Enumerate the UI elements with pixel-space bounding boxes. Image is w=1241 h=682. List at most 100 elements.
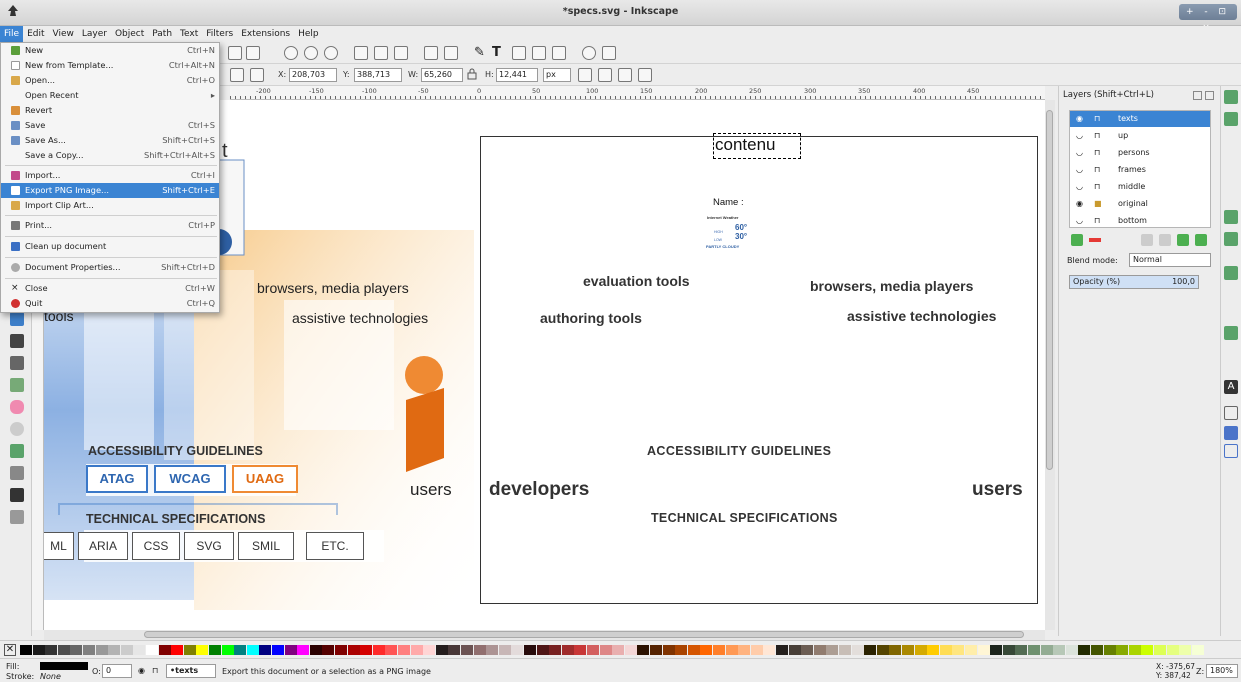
- layer-row-persons[interactable]: ◡ ⊓ persons: [1070, 145, 1210, 161]
- layer-row-up[interactable]: ◡ ⊓ up: [1070, 128, 1210, 144]
- unlocked-icon[interactable]: ⊓: [1094, 213, 1104, 229]
- cut-icon[interactable]: [228, 46, 242, 60]
- palette-swatch[interactable]: [939, 645, 952, 655]
- unlocked-icon[interactable]: ⊓: [1094, 162, 1104, 178]
- vertical-scrollbar[interactable]: [1045, 100, 1055, 630]
- snap-grid-icon[interactable]: [1224, 426, 1238, 440]
- snap-paths-icon[interactable]: [1224, 232, 1238, 246]
- palette-swatch[interactable]: [423, 645, 436, 655]
- menu-item-save[interactable]: Save Ctrl+S: [1, 118, 219, 133]
- lock-ratio-icon[interactable]: [467, 68, 481, 82]
- palette-swatch[interactable]: [889, 645, 902, 655]
- menu-item-save-a-copy[interactable]: Save a Copy... Shift+Ctrl+Alt+S: [1, 148, 219, 163]
- calligraphy-tool-icon[interactable]: [10, 334, 24, 348]
- palette-swatch[interactable]: [385, 645, 398, 655]
- unlocked-icon[interactable]: ⊓: [1094, 111, 1104, 127]
- h-field[interactable]: 12,441: [496, 68, 538, 82]
- layer-lock-icon[interactable]: ⊓: [152, 666, 158, 675]
- panel-close-icon[interactable]: [1205, 91, 1214, 100]
- palette-swatch[interactable]: [171, 645, 184, 655]
- palette-swatch[interactable]: [914, 645, 927, 655]
- palette-swatch[interactable]: [32, 645, 45, 655]
- palette-swatch[interactable]: [1128, 645, 1141, 655]
- mesh-tool-icon[interactable]: [10, 466, 24, 480]
- palette-swatch[interactable]: [549, 645, 562, 655]
- palette-swatch[interactable]: [788, 645, 801, 655]
- palette-swatch[interactable]: [1053, 645, 1066, 655]
- horizontal-scroll-thumb[interactable]: [144, 631, 1024, 638]
- locked-icon[interactable]: ■: [1094, 196, 1104, 212]
- zoom-drawing-icon[interactable]: [304, 46, 318, 60]
- menu-path[interactable]: Path: [148, 26, 176, 42]
- menu-item-open[interactable]: Open... Ctrl+O: [1, 73, 219, 88]
- palette-swatch[interactable]: [813, 645, 826, 655]
- palette-swatch[interactable]: [297, 645, 310, 655]
- spray-tool-icon[interactable]: [10, 312, 24, 326]
- palette-swatch[interactable]: [1078, 645, 1091, 655]
- palette-swatch[interactable]: [70, 645, 83, 655]
- visible-eye-icon[interactable]: ◉: [1076, 196, 1086, 212]
- window-controls[interactable]: + - ⊡ ×: [1179, 4, 1237, 33]
- fill-swatch[interactable]: [40, 662, 88, 670]
- fill-stroke-icon[interactable]: ✎: [474, 46, 488, 60]
- palette-swatch[interactable]: [322, 645, 335, 655]
- opacity-slider[interactable]: Opacity (%) 100,0: [1069, 275, 1199, 289]
- layer-visibility-icon[interactable]: ◉: [138, 666, 145, 675]
- ungroup-icon[interactable]: [444, 46, 458, 60]
- palette-swatch[interactable]: [1091, 645, 1103, 655]
- scale-corners-icon[interactable]: [598, 68, 612, 82]
- palette-swatch[interactable]: [1191, 645, 1204, 655]
- add-layer-icon[interactable]: [1071, 234, 1083, 246]
- palette-swatch[interactable]: [1179, 645, 1192, 655]
- palette-swatch[interactable]: [1040, 645, 1053, 655]
- palette-swatch[interactable]: [183, 645, 196, 655]
- raise-to-top-icon[interactable]: [1141, 234, 1153, 246]
- palette-swatch[interactable]: [587, 645, 599, 655]
- layer-row-bottom[interactable]: ◡ ⊓ bottom: [1070, 213, 1210, 229]
- palette-swatch[interactable]: [1002, 645, 1015, 655]
- align-distribute-icon[interactable]: [532, 46, 546, 60]
- palette-swatch[interactable]: [1154, 645, 1166, 655]
- menu-item-document-properties[interactable]: Document Properties... Shift+Ctrl+D: [1, 260, 219, 275]
- document-properties-icon[interactable]: [602, 46, 616, 60]
- palette-swatch[interactable]: [902, 645, 914, 655]
- palette-swatch[interactable]: [146, 645, 158, 655]
- palette-swatch[interactable]: [763, 645, 776, 655]
- palette-swatch[interactable]: [158, 645, 171, 655]
- palette-swatch[interactable]: [335, 645, 347, 655]
- menu-extensions[interactable]: Extensions: [237, 26, 294, 42]
- visible-eye-icon[interactable]: ◉: [1076, 111, 1086, 127]
- palette-swatch[interactable]: [209, 645, 221, 655]
- snap-bbox-icon[interactable]: [1224, 112, 1238, 126]
- remove-layer-icon[interactable]: [1089, 238, 1101, 242]
- move-patterns-icon[interactable]: [638, 68, 652, 82]
- palette-swatch[interactable]: [637, 645, 650, 655]
- unlocked-icon[interactable]: ⊓: [1094, 128, 1104, 144]
- palette-swatch[interactable]: [45, 645, 58, 655]
- preferences-icon[interactable]: [582, 46, 596, 60]
- text-font-icon[interactable]: T: [492, 46, 506, 60]
- snap-text-baseline-icon[interactable]: A: [1224, 380, 1238, 394]
- menu-file[interactable]: File: [0, 26, 24, 42]
- opacity-field[interactable]: 0: [102, 664, 132, 678]
- palette-swatch[interactable]: [83, 645, 95, 655]
- menu-help[interactable]: Help: [294, 26, 323, 42]
- palette-swatch[interactable]: [259, 645, 272, 655]
- layer-row-original[interactable]: ◉ ■ original: [1070, 196, 1210, 212]
- palette-swatch[interactable]: [624, 645, 637, 655]
- palette-swatch[interactable]: [524, 645, 536, 655]
- palette-swatch[interactable]: [927, 645, 940, 655]
- palette-swatch[interactable]: [272, 645, 284, 655]
- layer-row-texts[interactable]: ◉ ⊓ texts: [1070, 111, 1210, 127]
- palette-swatch[interactable]: [864, 645, 877, 655]
- palette-swatch[interactable]: [990, 645, 1003, 655]
- menu-item-export-png[interactable]: Export PNG Image... Shift+Ctrl+E: [1, 183, 219, 198]
- palette-swatch[interactable]: [851, 645, 864, 655]
- palette-swatch[interactable]: [876, 645, 889, 655]
- unlink-clone-icon[interactable]: [394, 46, 408, 60]
- palette-swatch[interactable]: [675, 645, 688, 655]
- menu-item-new-from-template[interactable]: New from Template... Ctrl+Alt+N: [1, 58, 219, 73]
- menu-view[interactable]: View: [49, 26, 78, 42]
- palette-swatch[interactable]: [1103, 645, 1116, 655]
- lower-icon[interactable]: [250, 68, 264, 82]
